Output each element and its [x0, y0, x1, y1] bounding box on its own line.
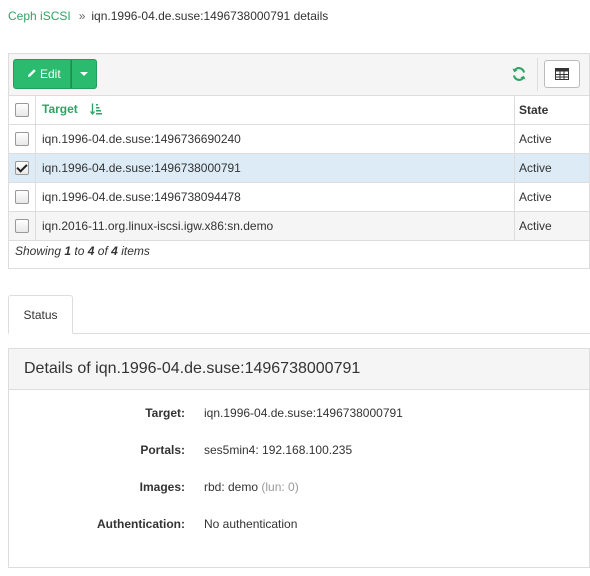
- tab-status[interactable]: Status: [8, 295, 73, 334]
- target-cell: iqn.1996-04.de.suse:1496738000791: [35, 153, 515, 183]
- pencil-icon: [27, 67, 37, 81]
- target-cell: iqn.2016-11.org.linux-iscsi.igw.x86:sn.d…: [35, 211, 515, 241]
- table-row[interactable]: iqn.2016-11.org.linux-iscsi.igw.x86:sn.d…: [8, 211, 590, 241]
- images-value-text: rbd: demo: [204, 480, 259, 494]
- pagination-suffix: items: [121, 244, 150, 258]
- portals-value: ses5min4: 192.168.100.235: [204, 443, 353, 457]
- breadcrumb-current: iqn.1996-04.de.suse:1496738000791 detail…: [91, 9, 329, 23]
- edit-dropdown-toggle[interactable]: [71, 59, 97, 89]
- targets-panel: Edit Target State iqn.1996-04.de.suse:14…: [8, 53, 590, 269]
- edit-button-label: Edit: [40, 67, 61, 81]
- caret-down-icon: [80, 72, 88, 76]
- authentication-value: No authentication: [204, 517, 298, 531]
- breadcrumb-root-link[interactable]: Ceph iSCSI: [8, 9, 71, 23]
- pagination-from: 1: [64, 244, 72, 258]
- row-checkbox[interactable]: [15, 219, 29, 234]
- column-header-state[interactable]: State: [514, 95, 590, 125]
- columns-button[interactable]: [544, 60, 580, 88]
- row-checkbox-cell: [8, 182, 36, 212]
- row-checkbox-cell: [8, 211, 36, 241]
- table-columns-icon: [555, 68, 569, 80]
- targets-table: Target State iqn.1996-04.de.suse:1496736…: [8, 95, 590, 241]
- refresh-button[interactable]: [508, 63, 530, 85]
- pagination-prefix: Showing: [15, 244, 62, 258]
- breadcrumb-separator: »: [78, 9, 86, 23]
- pagination-to-word: to: [74, 244, 85, 258]
- toolbar-divider: [537, 58, 538, 91]
- images-label: Images:: [139, 480, 185, 494]
- state-cell: Active: [514, 124, 590, 154]
- row-checkbox-checked[interactable]: [15, 161, 29, 176]
- select-all-cell: [8, 95, 36, 125]
- sort-ascending-icon: [90, 103, 103, 118]
- details-panel: Details of iqn.1996-04.de.suse:149673800…: [8, 348, 590, 568]
- edit-button-group: Edit: [13, 59, 97, 89]
- table-row[interactable]: iqn.1996-04.de.suse:1496736690240 Active: [8, 124, 590, 154]
- row-checkbox[interactable]: [15, 190, 29, 205]
- state-cell: Active: [514, 182, 590, 212]
- target-cell: iqn.1996-04.de.suse:1496736690240: [35, 124, 515, 154]
- state-cell: Active: [514, 211, 590, 241]
- target-label: Target:: [145, 406, 185, 420]
- breadcrumb: Ceph iSCSI » iqn.1996-04.de.suse:1496738…: [8, 9, 328, 23]
- pagination-to: 4: [87, 244, 95, 258]
- table-header-row: Target State: [8, 95, 590, 125]
- row-checkbox-cell: [8, 153, 36, 183]
- column-header-target[interactable]: Target: [35, 95, 515, 125]
- row-checkbox-cell: [8, 124, 36, 154]
- authentication-label: Authentication:: [97, 517, 185, 531]
- select-all-checkbox[interactable]: [15, 103, 29, 118]
- pagination-total: 4: [111, 244, 118, 258]
- pagination-of-word: of: [97, 244, 108, 258]
- details-title: Details of iqn.1996-04.de.suse:149673800…: [9, 349, 589, 390]
- portals-label: Portals:: [140, 443, 185, 457]
- edit-button[interactable]: Edit: [13, 59, 71, 89]
- target-value: iqn.1996-04.de.suse:1496738000791: [204, 406, 403, 420]
- state-cell: Active: [514, 153, 590, 183]
- refresh-icon: [512, 67, 526, 81]
- pagination-info: Showing 1 to 4 of 4 items: [15, 244, 150, 258]
- table-row-selected[interactable]: iqn.1996-04.de.suse:1496738000791 Active: [8, 153, 590, 183]
- images-value: rbd: demo (lun: 0): [204, 480, 299, 494]
- column-header-target-label: Target: [42, 102, 78, 117]
- toolbar: Edit: [9, 54, 589, 96]
- table-row[interactable]: iqn.1996-04.de.suse:1496738094478 Active: [8, 182, 590, 212]
- images-lun: (lun: 0): [261, 480, 299, 494]
- detail-tabs: Status: [8, 295, 590, 334]
- row-checkbox[interactable]: [15, 132, 29, 147]
- target-cell: iqn.1996-04.de.suse:1496738094478: [35, 182, 515, 212]
